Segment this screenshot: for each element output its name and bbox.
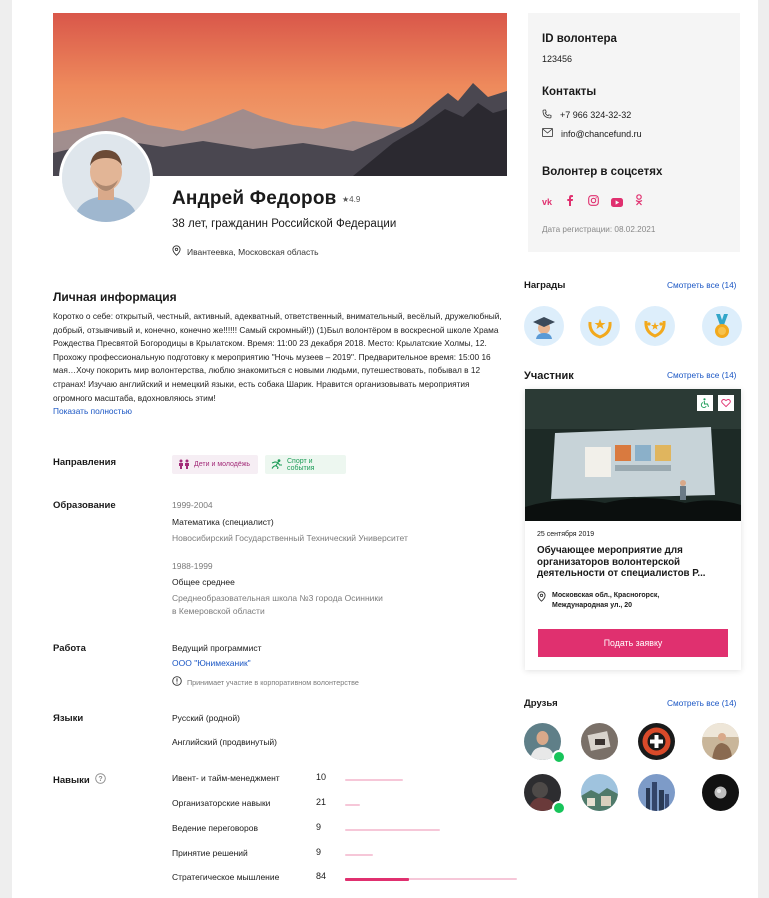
event-image — [525, 389, 741, 521]
online-indicator — [552, 750, 566, 764]
heart-hand-icon — [718, 395, 734, 411]
skill-bar — [345, 779, 403, 781]
work-company-link[interactable]: ООО "Юнимеханик" — [172, 658, 251, 668]
location-pin-icon — [537, 591, 546, 611]
youtube-icon[interactable] — [611, 194, 623, 212]
friend-avatar[interactable] — [638, 774, 675, 811]
directions-label: Направления — [53, 457, 116, 468]
education-school-1: Новосибирский Государственный Технически… — [172, 533, 408, 543]
skill-value: 84 — [316, 871, 327, 881]
registration-date: Дата регистрации: 08.02.2021 — [542, 225, 656, 234]
friend-avatar[interactable] — [581, 774, 618, 811]
education-degree-2: Общее среднее — [172, 577, 235, 587]
education-school-2-line2: в Кемеровской области — [172, 606, 265, 616]
instagram-icon[interactable] — [588, 193, 599, 211]
friend-avatar[interactable] — [702, 723, 739, 760]
skill-name: Принятие решений — [172, 848, 248, 858]
svg-text:?: ? — [98, 776, 102, 783]
education-label: Образование — [53, 500, 116, 511]
page: Андрей Федоров ★4.9 38 лет, гражданин Ро… — [12, 0, 758, 898]
work-label: Работа — [53, 643, 86, 654]
education-school-2-line1: Среднеобразовательная школа №3 города Ос… — [172, 593, 383, 603]
social-title: Волонтер в соцсетях — [542, 166, 663, 178]
mail-icon — [542, 128, 553, 139]
skill-name: Организаторские навыки — [172, 798, 271, 808]
friend-avatar[interactable] — [581, 723, 618, 760]
skill-name: Ведение переговоров — [172, 823, 258, 833]
awards-see-all-link[interactable]: Смотреть все (14) — [667, 280, 736, 290]
skill-value: 10 — [316, 772, 327, 782]
contact-email[interactable]: info@chancefund.ru — [542, 128, 642, 139]
vk-icon[interactable]: vk — [542, 194, 556, 212]
friend-avatar[interactable] — [638, 723, 675, 760]
stars-laurel-award-icon[interactable] — [580, 306, 620, 346]
graduate-award-icon[interactable] — [524, 306, 564, 346]
education-years-2: 1988-1999 — [172, 561, 213, 571]
show-more-link[interactable]: Показать полностью — [53, 405, 503, 419]
children-icon — [178, 459, 190, 471]
online-indicator — [552, 801, 566, 815]
skill-name: Стратегическое мышление — [172, 872, 280, 882]
personal-info-title: Личная информация — [53, 290, 177, 304]
event-location: Московская обл., Красногорск, Международн… — [537, 591, 659, 611]
location-pin-icon — [172, 245, 181, 258]
skill-bar-fill — [345, 877, 409, 881]
odnoklassniki-icon[interactable] — [635, 193, 643, 211]
contact-phone[interactable]: +7 966 324-32-32 — [542, 109, 631, 121]
profile-name: Андрей Федоров — [172, 188, 337, 209]
contacts-title: Контакты — [542, 86, 597, 98]
skill-value: 21 — [316, 797, 327, 807]
friends-title: Друзья — [524, 698, 558, 709]
rating: ★4.9 — [342, 195, 361, 204]
skill-value: 9 — [316, 847, 322, 857]
friends-see-all-link[interactable]: Смотреть все (14) — [667, 698, 736, 708]
about-text: Коротко о себе: открытый, честный, актив… — [53, 310, 503, 419]
phone-icon — [542, 109, 552, 121]
skill-name: Ивент- и тайм-менеджмент — [172, 773, 280, 783]
languages-label: Языки — [53, 713, 84, 724]
education-degree-1: Математика (специалист) — [172, 517, 274, 527]
profile-location: Ивантеевка, Московская область — [172, 245, 319, 258]
language-1: Русский (родной) — [172, 713, 240, 723]
volunteer-id-title: ID волонтера — [542, 33, 617, 45]
participant-title: Участник — [524, 370, 574, 382]
education-years-1: 1999-2004 — [172, 500, 213, 510]
skill-bar — [345, 829, 440, 831]
volunteer-info-card: ID волонтера 123456 Контакты +7 966 324-… — [528, 13, 740, 252]
tag-sport-events[interactable]: Спорт и события — [265, 455, 346, 474]
skill-bar — [345, 854, 373, 856]
work-position: Ведущий программист — [172, 643, 262, 653]
accessibility-icon — [697, 395, 713, 411]
language-2: Английский (продвинутый) — [172, 737, 278, 747]
avatar[interactable] — [59, 131, 153, 225]
laurel-award-icon[interactable] — [635, 306, 675, 346]
profile-subtitle: 38 лет, гражданин Российской Федерации — [172, 218, 397, 230]
info-icon — [172, 676, 182, 688]
skill-value: 9 — [316, 822, 322, 832]
awards-title: Награды — [524, 280, 566, 291]
skill-bar — [345, 877, 517, 881]
event-title[interactable]: Обучающее мероприятие для организаторов … — [537, 545, 733, 580]
runner-icon — [271, 458, 283, 471]
facebook-icon[interactable] — [566, 193, 574, 211]
event-date: 25 сентября 2019 — [537, 531, 595, 538]
medal-award-icon[interactable] — [702, 306, 742, 346]
work-note: Принимает участие в корпоративном волонт… — [172, 676, 359, 688]
event-card[interactable]: 25 сентября 2019 Обучающее мероприятие д… — [525, 389, 741, 670]
svg-text:vk: vk — [542, 197, 553, 207]
apply-button[interactable]: Подать заявку — [538, 629, 728, 657]
skills-label: Навыки ? — [53, 773, 106, 787]
tag-children-youth[interactable]: Дети и молодёжь — [172, 455, 258, 474]
help-icon[interactable]: ? — [94, 773, 106, 787]
skill-bar — [345, 804, 360, 806]
volunteer-id-value: 123456 — [542, 54, 573, 64]
participant-see-all-link[interactable]: Смотреть все (14) — [667, 370, 736, 380]
friend-avatar[interactable] — [702, 774, 739, 811]
